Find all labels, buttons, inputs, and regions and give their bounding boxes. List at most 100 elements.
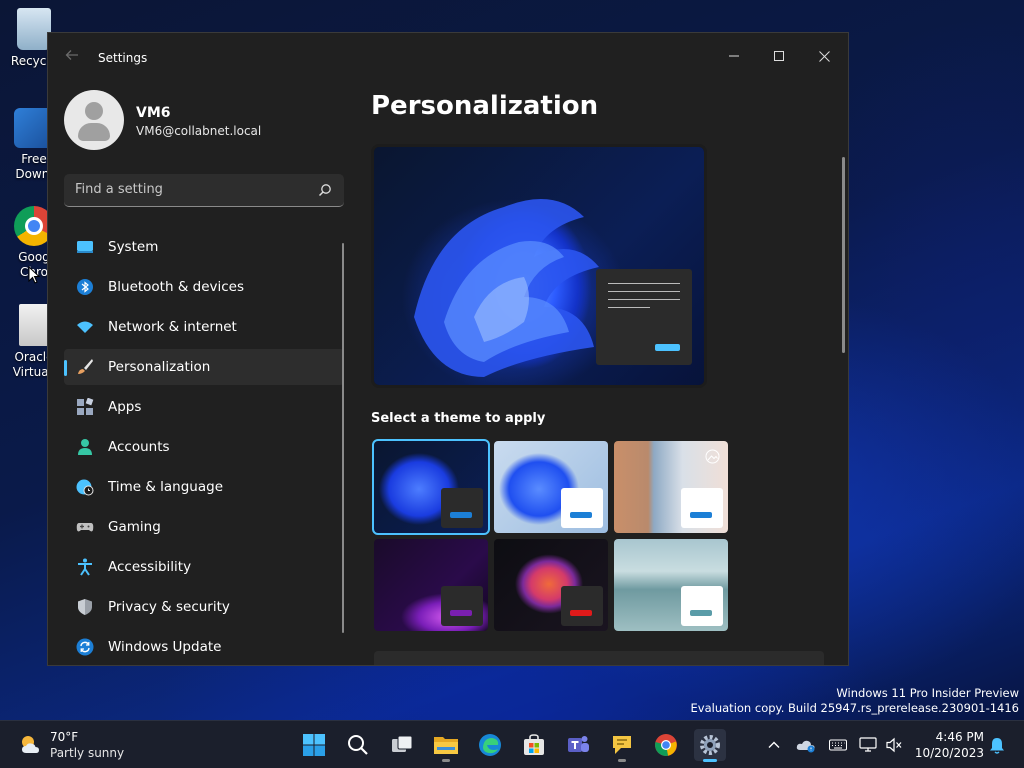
person-icon bbox=[78, 439, 92, 455]
theme-accent-bar bbox=[570, 512, 592, 518]
weather-condition: Partly sunny bbox=[50, 746, 125, 760]
sidebar-item-label: System bbox=[108, 239, 159, 255]
maximize-button[interactable] bbox=[757, 41, 801, 71]
theme-windows-light[interactable] bbox=[494, 441, 608, 533]
sidebar-item-bluetooth[interactable]: Bluetooth & devices bbox=[64, 269, 344, 305]
file-explorer-icon bbox=[434, 737, 458, 754]
bluetooth-icon bbox=[77, 279, 93, 295]
preview-line bbox=[608, 291, 680, 292]
page-title: Personalization bbox=[371, 91, 599, 121]
edge-button[interactable] bbox=[474, 729, 506, 761]
minimize-button[interactable] bbox=[712, 41, 756, 71]
partly-sunny-icon bbox=[22, 736, 39, 753]
sidebar-item-windows-update[interactable]: Windows Update bbox=[64, 629, 344, 665]
keyboard-icon bbox=[829, 739, 847, 751]
watermark-line: Windows 11 Pro Insider Preview bbox=[836, 686, 1019, 700]
sidebar-item-label: Privacy & security bbox=[108, 599, 230, 615]
show-hidden-icons-button[interactable] bbox=[764, 735, 784, 755]
slideshow-icon bbox=[705, 449, 720, 464]
store-button[interactable] bbox=[518, 729, 550, 761]
feedback-hub-icon bbox=[613, 736, 631, 754]
start-button[interactable] bbox=[298, 729, 330, 761]
sidebar-item-system[interactable]: System bbox=[64, 229, 344, 265]
back-arrow-icon[interactable] bbox=[64, 47, 82, 65]
settings-window: Settings VM6 VM6@collabnet.local System bbox=[47, 32, 849, 666]
close-icon bbox=[818, 50, 830, 62]
sidebar-item-label: Gaming bbox=[108, 519, 161, 535]
feedback-hub-button[interactable] bbox=[606, 729, 638, 762]
theme-captured-motion[interactable] bbox=[494, 539, 608, 631]
sidebar-item-gaming[interactable]: Gaming bbox=[64, 509, 344, 545]
search-icon[interactable] bbox=[318, 183, 332, 197]
file-explorer-button[interactable] bbox=[430, 729, 462, 762]
taskbar-search-button[interactable] bbox=[342, 729, 374, 761]
theme-glow[interactable] bbox=[374, 539, 488, 631]
recycle-bin-icon bbox=[17, 8, 51, 50]
display-tray-button[interactable] bbox=[858, 735, 878, 755]
weather-widget[interactable]: 70°F Partly sunny bbox=[14, 729, 134, 761]
task-view-button[interactable] bbox=[386, 729, 418, 761]
clock-time: 4:46 PM bbox=[935, 730, 984, 744]
task-view-icon bbox=[392, 735, 413, 752]
teams-icon bbox=[568, 736, 589, 752]
sidebar-item-accounts[interactable]: Accounts bbox=[64, 429, 344, 465]
theme-accent-bar bbox=[450, 512, 472, 518]
clock-date: 10/20/2023 bbox=[914, 746, 984, 760]
accessibility-icon bbox=[78, 558, 92, 576]
theme-flow[interactable] bbox=[614, 539, 728, 631]
running-indicator bbox=[618, 759, 626, 762]
theme-windows-dark[interactable] bbox=[372, 439, 490, 535]
onedrive-tray-button[interactable] bbox=[796, 735, 816, 755]
search-input[interactable] bbox=[64, 174, 304, 205]
search-icon bbox=[348, 735, 368, 755]
teams-button[interactable] bbox=[562, 729, 594, 761]
avatar-body bbox=[78, 123, 110, 141]
sidebar-item-label: Network & internet bbox=[108, 319, 237, 335]
sidebar-item-label: Time & language bbox=[108, 479, 224, 495]
title-bar[interactable]: Settings bbox=[48, 33, 848, 81]
sidebar-item-apps[interactable]: Apps bbox=[64, 389, 344, 425]
sidebar-item-label: Apps bbox=[108, 399, 142, 415]
taskbar: 70°F Partly sunny 4:46 PM 10/20/2023 bbox=[0, 720, 1024, 768]
sidebar-item-personalization[interactable]: Personalization bbox=[64, 349, 344, 385]
theme-windows-spotlight[interactable] bbox=[614, 441, 728, 533]
onedrive-icon bbox=[796, 740, 815, 753]
avatar[interactable] bbox=[64, 90, 124, 150]
theme-mini-window bbox=[681, 488, 723, 528]
active-indicator bbox=[703, 759, 717, 762]
volume-tray-button[interactable] bbox=[884, 735, 904, 755]
settings-button[interactable] bbox=[694, 729, 726, 762]
chrome-button[interactable] bbox=[650, 729, 682, 761]
theme-mini-window bbox=[561, 586, 603, 626]
close-button[interactable] bbox=[802, 41, 846, 71]
sidebar-scrollbar[interactable] bbox=[342, 243, 344, 633]
sidebar-item-network[interactable]: Network & internet bbox=[64, 309, 344, 345]
running-indicator bbox=[442, 759, 450, 762]
preview-line bbox=[608, 299, 680, 300]
keyboard-tray-button[interactable] bbox=[828, 735, 848, 755]
sidebar-item-time-language[interactable]: Time & language bbox=[64, 469, 344, 505]
preview-button bbox=[655, 344, 680, 351]
gamepad-icon bbox=[76, 523, 94, 532]
sidebar-item-label: Accessibility bbox=[108, 559, 192, 575]
shield-icon bbox=[78, 599, 92, 615]
sidebar-item-accessibility[interactable]: Accessibility bbox=[64, 549, 344, 585]
sidebar-item-label: Bluetooth & devices bbox=[108, 279, 245, 295]
content-scrollbar[interactable] bbox=[842, 157, 845, 353]
chrome-icon bbox=[655, 734, 677, 756]
user-email: VM6@collabnet.local bbox=[136, 124, 262, 138]
preview-line bbox=[608, 283, 680, 284]
notifications-button[interactable] bbox=[987, 735, 1007, 755]
weather-temperature: 70°F bbox=[50, 730, 79, 744]
taskbar-clock[interactable]: 4:46 PM 10/20/2023 bbox=[914, 729, 984, 761]
mouse-cursor-icon bbox=[28, 266, 40, 284]
sidebar-item-label: Accounts bbox=[108, 439, 170, 455]
sidebar-item-privacy-security[interactable]: Privacy & security bbox=[64, 589, 344, 625]
sidebar-item-label: Windows Update bbox=[108, 639, 222, 655]
search-box[interactable] bbox=[64, 174, 344, 207]
user-name: VM6 bbox=[136, 105, 171, 121]
bell-icon bbox=[990, 737, 1004, 754]
settings-card[interactable] bbox=[374, 651, 824, 665]
apps-icon bbox=[77, 398, 94, 415]
minimize-icon bbox=[729, 55, 739, 57]
